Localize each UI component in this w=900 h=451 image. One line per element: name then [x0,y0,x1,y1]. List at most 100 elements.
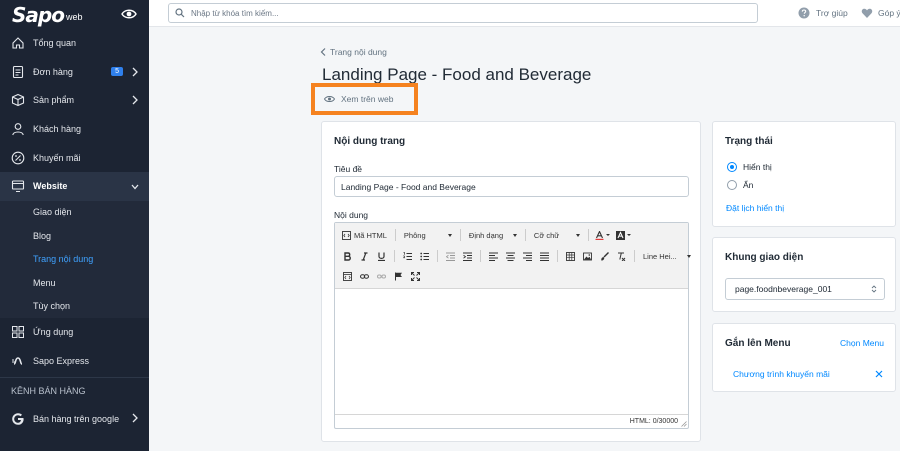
outdent-button[interactable] [442,248,458,264]
sidebar-item-express[interactable]: Sapo Express [0,347,149,376]
sidebar-item-website[interactable]: Website [0,171,149,201]
theme-template-select[interactable]: page.foodnbeverage_001 [725,278,885,300]
underline-icon [377,252,385,261]
assigned-menu-label[interactable]: Chương trình khuyến mãi [733,369,830,379]
html-code-label: Mã HTML [354,230,387,240]
embed-icon [342,271,352,281]
resize-handle-icon[interactable] [681,421,687,427]
status-card: Trạng thái Hiển thị Ẩn Đặt lịch hiển thị [712,121,896,227]
sidebar-item-overview[interactable]: Tổng quan [0,29,149,58]
line-height-label: Line Hei... [643,251,677,261]
bullet-list-button[interactable] [416,248,432,264]
radio-unchecked[interactable] [727,180,737,190]
search-input[interactable]: Nhập từ khóa tìm kiếm... [168,3,758,23]
help-button[interactable]: Trợ giúp [798,7,848,19]
editor-body[interactable] [335,289,688,414]
align-left-button[interactable] [485,248,501,264]
toolbar-divider [524,229,526,241]
background-color-icon [616,230,626,240]
align-justify-button[interactable] [536,248,552,264]
sidebar-item-promotions[interactable]: Khuyến mãi [0,143,149,172]
view-on-web-link[interactable]: Xem trên web [311,83,418,115]
align-center-icon [505,252,515,261]
view-on-web-label: Xem trên web [341,94,394,104]
flag-icon [394,272,402,280]
align-left-icon [488,252,498,261]
status-option-visible[interactable]: Hiển thị [727,162,772,172]
search-icon [175,8,185,18]
format-painter-button[interactable] [596,248,612,264]
editor-status-bar: HTML: 0/30000 [335,414,688,428]
sidebar-subitem-options[interactable]: Tùy chọn [0,295,149,319]
underline-button[interactable] [373,248,389,264]
line-height-dropdown[interactable]: Line Hei... [639,248,695,264]
font-size-dropdown-label: Cỡ chữ [533,230,560,240]
chevron-right-icon [132,67,138,77]
toolbar-row-3 [339,267,424,285]
sidebar-item-customers[interactable]: Khách hàng [0,115,149,144]
breadcrumb[interactable]: Trang nội dung [320,47,387,57]
close-icon[interactable] [875,370,883,378]
status-option-hidden[interactable]: Ẩn [727,180,753,190]
link-button[interactable] [356,268,372,284]
table-icon [565,251,575,261]
home-icon [12,37,24,49]
sidebar-item-label: Sapo Express [33,355,90,366]
radio-checked[interactable] [727,162,737,172]
image-button[interactable] [579,248,595,264]
sidebar-subitem-pages[interactable]: Trang nội dung [0,248,149,272]
logo-bar: Sapo web [0,0,149,29]
anchor-button[interactable] [390,268,406,284]
fullscreen-button[interactable] [407,268,423,284]
toolbar-divider [634,250,635,262]
table-button[interactable] [562,248,578,264]
theme-layout-card: Khung giao diện page.foodnbeverage_001 [712,237,896,312]
align-right-button[interactable] [519,248,535,264]
toolbar-row-1: Mã HTML Phông Định dạng Cỡ chữ [339,226,635,244]
toolbar-divider [459,229,461,241]
unlink-button[interactable] [373,268,389,284]
schedule-visibility-link[interactable]: Đặt lịch hiển thị [726,203,784,213]
choose-menu-link[interactable]: Chọn Menu [840,338,884,348]
caret-down-icon [687,255,691,258]
chevron-right-icon [132,95,138,105]
breadcrumb-label: Trang nội dung [330,47,387,57]
logo[interactable]: Sapo [12,3,65,27]
sidebar-subitem-theme[interactable]: Giao diện [0,201,149,225]
toolbar-row-2: Line Hei... [339,247,695,265]
align-right-icon [522,252,532,261]
indent-button[interactable] [459,248,475,264]
align-center-button[interactable] [502,248,518,264]
sidebar-item-orders[interactable]: Đơn hàng 5 [0,58,149,87]
help-label: Trợ giúp [816,8,848,18]
sidebar-item-google[interactable]: Bán hàng trên google [0,404,149,433]
toolbar-divider [394,250,395,262]
express-icon [12,357,23,365]
italic-button[interactable] [356,248,372,264]
chevron-left-icon [320,48,326,56]
toolbar-divider [587,229,589,241]
sidebar-item-apps[interactable]: Ứng dụng [0,318,149,347]
menu-assignment-card: Gắn lên Menu Chọn Menu Chương trình khuy… [712,323,896,392]
feedback-button[interactable]: Góp ý [861,7,900,19]
font-dropdown[interactable]: Phông [400,227,456,243]
background-color-button[interactable] [614,227,634,243]
embed-code-button[interactable] [339,268,355,284]
format-dropdown-label: Định dạng [468,230,504,240]
sidebar-subitem-blog[interactable]: Blog [0,224,149,248]
sidebar-item-products[interactable]: Sản phẩm [0,86,149,115]
google-icon [12,412,24,425]
html-code-button[interactable]: Mã HTML [339,227,390,243]
page-content-card: Nội dung trang Tiêu đề Landing Page - Fo… [321,121,701,442]
font-size-dropdown[interactable]: Cỡ chữ [530,227,584,243]
sidebar-subitem-menu[interactable]: Menu [0,271,149,295]
bold-button[interactable] [339,248,355,264]
eye-icon[interactable] [121,7,137,21]
title-field[interactable]: Landing Page - Food and Beverage [334,176,689,197]
text-color-button[interactable] [593,227,613,243]
clear-format-button[interactable] [613,248,629,264]
indent-icon [462,252,472,261]
ordered-list-button[interactable] [399,248,415,264]
format-dropdown[interactable]: Định dạng [465,227,521,243]
question-icon [798,7,810,19]
